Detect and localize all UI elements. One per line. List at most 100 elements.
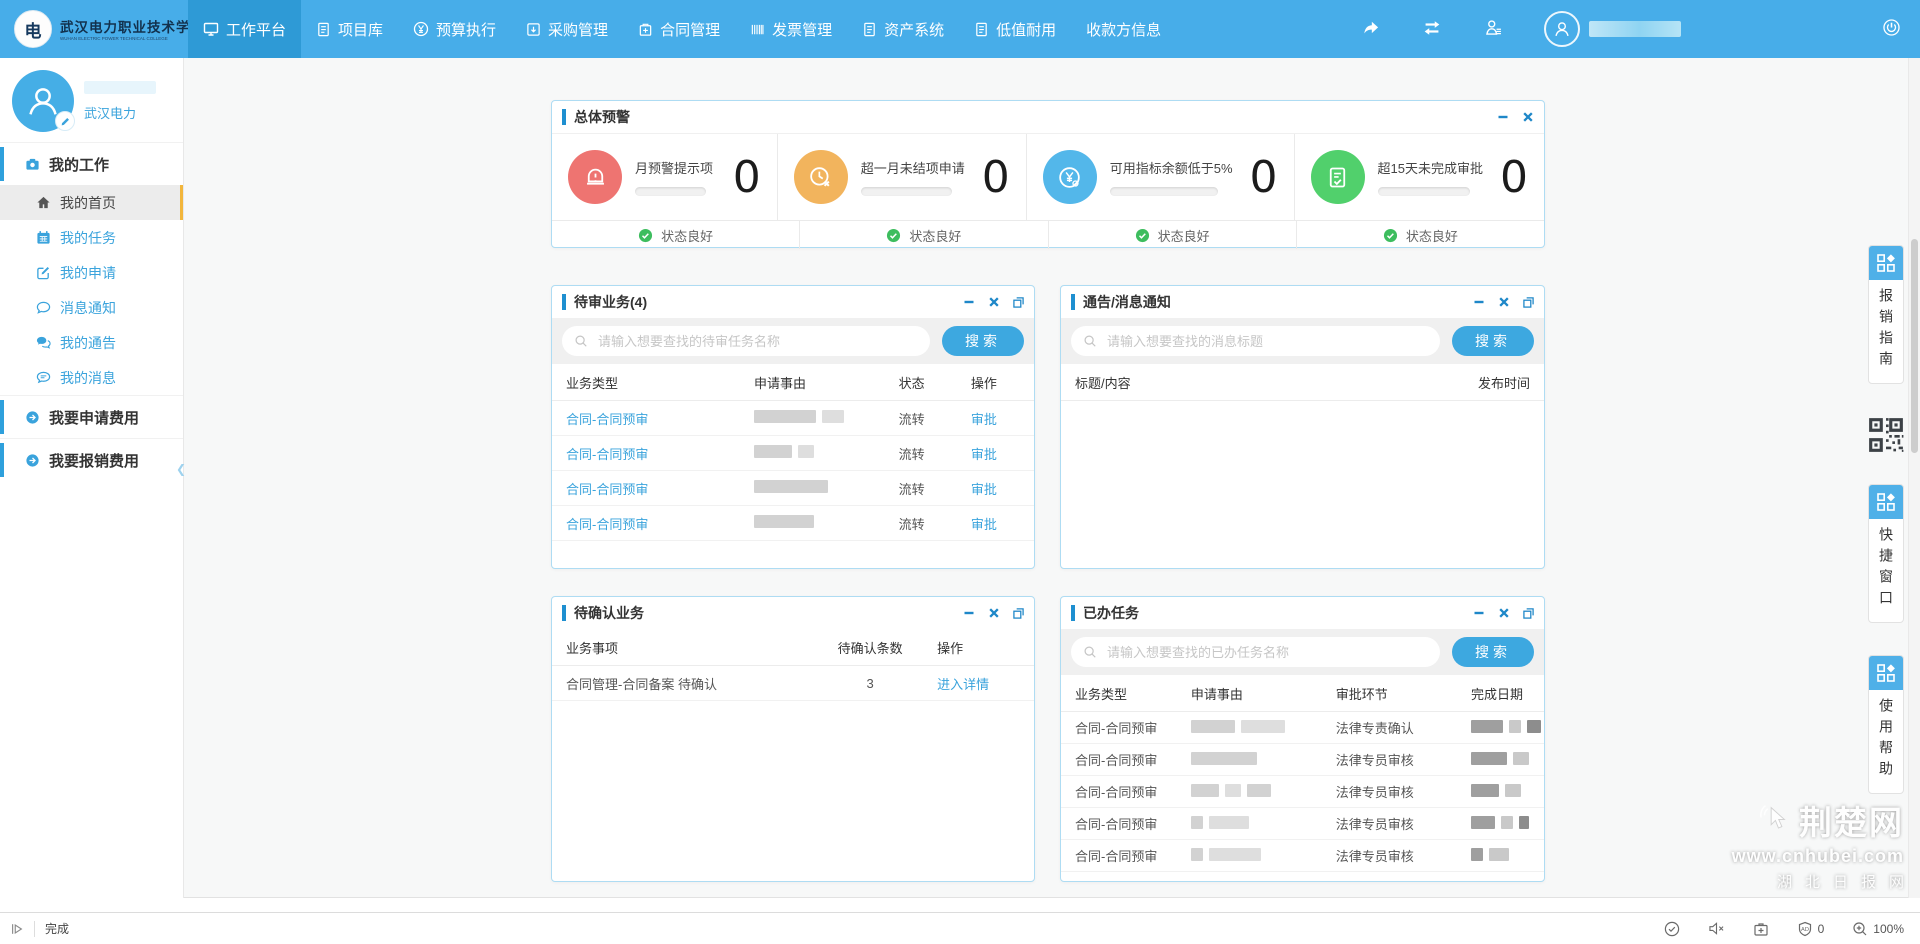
check-circle-icon — [1135, 228, 1150, 243]
search-input[interactable] — [1071, 637, 1440, 667]
popout-icon[interactable] — [1523, 608, 1534, 619]
search-input-field[interactable] — [1105, 333, 1428, 350]
nav-item-invoices[interactable]: 发票管理 — [735, 0, 847, 58]
redacted-text — [754, 480, 828, 493]
search-input-field[interactable] — [596, 333, 918, 350]
sidebar-item-label: 我的首页 — [60, 193, 116, 213]
accent-bar — [562, 294, 566, 310]
column-header: 申请事由 — [740, 373, 885, 392]
nav-item-label: 合同管理 — [660, 19, 720, 40]
shield-check-icon[interactable] — [1664, 921, 1680, 937]
nav-item-budget[interactable]: 预算执行 — [398, 0, 511, 58]
minimize-icon[interactable] — [1497, 111, 1509, 123]
box-plus-icon[interactable] — [1753, 921, 1769, 937]
column-header: 操作 — [957, 373, 1034, 392]
minimize-icon[interactable] — [1473, 296, 1485, 308]
sidebar-item-my-tasks[interactable]: 我的任务 — [0, 220, 183, 255]
status-cell: 流转 — [885, 479, 957, 498]
alert-card: 可用指标余额低于5%0 — [1027, 134, 1295, 220]
sidebar-item-my-work[interactable]: 我的工作 — [0, 142, 183, 185]
minimize-icon[interactable] — [963, 607, 975, 619]
mute-icon[interactable] — [1708, 921, 1725, 936]
avatar[interactable] — [12, 70, 74, 132]
popout-icon[interactable] — [1013, 608, 1024, 619]
sidebar-item-apply-expense[interactable]: 我要申请费用 — [0, 395, 183, 438]
popout-icon[interactable] — [1013, 297, 1024, 308]
sidebar-menu: 我的工作我的首页我的任务我的申请消息通知我的通告我的消息我要申请费用我要报销费用 — [0, 142, 183, 481]
approval-step-cell: 法律专员审核 — [1322, 846, 1457, 865]
sidebar-item-label: 我的申请 — [60, 263, 116, 283]
minimize-icon[interactable] — [1473, 607, 1485, 619]
search-input[interactable] — [562, 326, 930, 356]
close-icon[interactable] — [1498, 296, 1510, 308]
nav-item-contracts[interactable]: 合同管理 — [623, 0, 735, 58]
top-nav: 工作平台项目库 预算执行采购管理 合同管理发票管理资产系统低值耐用收款方信息 — [188, 0, 1176, 58]
qr-code-icon[interactable] — [1867, 416, 1905, 454]
sidebar-item-my-messages[interactable]: 我的消息 — [0, 360, 183, 395]
approval-step-cell: 法律专员审核 — [1322, 750, 1457, 769]
business-type-link[interactable]: 合同-合同预审 — [552, 409, 740, 428]
sidebar-item-my-home[interactable]: 我的首页 — [0, 185, 183, 220]
search-button[interactable]: 搜索 — [1452, 326, 1534, 356]
approve-link[interactable]: 审批 — [957, 479, 1034, 498]
scrollbar-thumb[interactable] — [1911, 239, 1918, 453]
nav-item-label: 预算执行 — [436, 19, 496, 40]
alert-card-value: 0 — [982, 152, 1010, 203]
share-icon[interactable] — [1361, 18, 1381, 41]
detail-link[interactable]: 进入详情 — [923, 674, 1034, 693]
accent-bar — [1071, 605, 1075, 621]
rail-button-help[interactable]: 使用帮助 — [1868, 655, 1904, 794]
transfer-icon[interactable] — [1421, 17, 1443, 42]
sidebar-item-message-notify[interactable]: 消息通知 — [0, 290, 183, 325]
search-button[interactable]: 搜索 — [1452, 637, 1534, 667]
camera-icon — [25, 157, 40, 172]
nav-item-payee-info[interactable]: 收款方信息 — [1071, 0, 1176, 58]
nav-item-procurement[interactable]: 采购管理 — [511, 0, 623, 58]
notice-table: 标题/内容发布时间 — [1061, 364, 1544, 401]
approve-link[interactable]: 审批 — [957, 444, 1034, 463]
contact-card-icon[interactable] — [1483, 17, 1504, 41]
approve-link[interactable]: 审批 — [957, 514, 1034, 533]
nav-item-projects[interactable]: 项目库 — [301, 0, 398, 58]
rail-button-reimburse-guide[interactable]: 报销指南 — [1868, 245, 1904, 384]
alert-status-label: 状态良好 — [909, 226, 961, 245]
business-type-link[interactable]: 合同-合同预审 — [552, 444, 740, 463]
power-icon[interactable] — [1881, 17, 1902, 41]
minimize-icon[interactable] — [963, 296, 975, 308]
business-type-cell: 合同-合同预审 — [1061, 782, 1177, 801]
nav-item-workbench[interactable]: 工作平台 — [188, 0, 301, 58]
approve-link[interactable]: 审批 — [957, 409, 1034, 428]
close-icon[interactable] — [988, 607, 1000, 619]
zoom-control[interactable]: 100% — [1852, 921, 1904, 937]
sidebar-item-reimburse-expense[interactable]: 我要报销费用 — [0, 438, 183, 481]
edit-avatar-icon[interactable] — [55, 111, 75, 131]
alert-card-info: 可用指标余额低于5% — [1110, 158, 1233, 196]
search-input-field[interactable] — [1105, 644, 1428, 661]
vertical-scrollbar[interactable] — [1908, 58, 1920, 898]
close-icon[interactable] — [988, 296, 1000, 308]
nav-item-assets[interactable]: 资产系统 — [847, 0, 959, 58]
close-icon[interactable] — [1498, 607, 1510, 619]
sidebar-item-my-notices[interactable]: 我的通告 — [0, 325, 183, 360]
business-type-link[interactable]: 合同-合同预审 — [552, 514, 740, 533]
panel-title: 已办任务 — [1083, 603, 1139, 623]
user-menu[interactable] — [1544, 11, 1681, 47]
sidebar-item-label: 消息通知 — [60, 298, 116, 318]
sidebar-collapse-handle[interactable]: ❮ — [176, 462, 186, 476]
accent-bar — [562, 605, 566, 621]
search-input[interactable] — [1071, 326, 1440, 356]
close-icon[interactable] — [1522, 111, 1534, 123]
popout-icon[interactable] — [1523, 297, 1534, 308]
alert-status-label: 状态良好 — [1158, 226, 1210, 245]
search-button[interactable]: 搜索 — [942, 326, 1024, 356]
nav-item-durables[interactable]: 低值耐用 — [959, 0, 1071, 58]
ad-block-status[interactable]: AD 0 — [1797, 921, 1825, 937]
clock-x-icon — [794, 150, 848, 204]
rail-button-quick-window[interactable]: 快捷窗口 — [1868, 484, 1904, 623]
business-type-link[interactable]: 合同-合同预审 — [552, 479, 740, 498]
alert-status-cell: 状态良好 — [800, 221, 1048, 249]
sidebar-item-my-applications[interactable]: 我的申请 — [0, 255, 183, 290]
arrow-circle-icon — [25, 453, 40, 468]
edit-icon — [36, 265, 51, 280]
doc-check-icon — [1311, 150, 1365, 204]
